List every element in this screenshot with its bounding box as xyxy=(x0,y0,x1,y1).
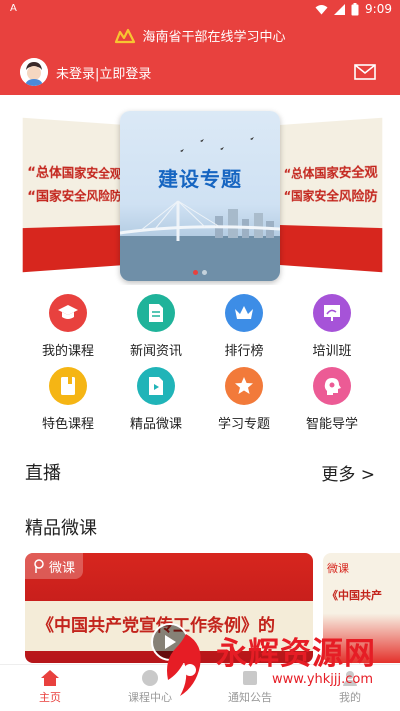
carousel-dot xyxy=(202,270,207,275)
book-icon xyxy=(49,367,87,405)
micro-section-header: 精品微课 xyxy=(25,514,375,540)
carousel-dots xyxy=(120,270,280,275)
watermark-logo xyxy=(167,634,201,696)
menu-my-courses[interactable]: 我的课程 xyxy=(24,294,112,367)
crown-icon xyxy=(225,294,263,332)
signal-icon xyxy=(334,3,346,15)
banner-slide-next[interactable]: “总体国家安全观 “国家安全风险防 xyxy=(280,117,383,273)
banner-title: 建设专题 xyxy=(158,167,242,191)
mail-icon[interactable] xyxy=(354,64,376,80)
app-title: 海南省干部在线学习中心 xyxy=(142,30,286,45)
banner-slide-prev[interactable]: “总体国家安全观 “国家安全风险防 xyxy=(22,117,126,273)
home-icon xyxy=(41,670,59,686)
feature-grid: 我的课程 新闻资讯 排行榜 培训班 特色课程 精品微课 学习专题 智能导学 xyxy=(0,294,400,440)
micro-section-title: 精品微课 xyxy=(25,518,97,539)
live-section-header: 直播 更多 > xyxy=(25,459,375,485)
tab-home[interactable]: 主页 xyxy=(0,665,100,711)
brain-icon xyxy=(313,367,351,405)
login-status-text: 未登录|立即登录 xyxy=(56,66,152,82)
live-more-link[interactable]: 更多 > xyxy=(321,460,375,485)
menu-ranking[interactable]: 排行榜 xyxy=(200,294,288,367)
course-icon xyxy=(142,670,158,686)
menu-study-topics[interactable]: 学习专题 xyxy=(200,367,288,440)
user-avatar-icon xyxy=(20,58,48,86)
carousel-dot xyxy=(193,270,198,275)
status-indicator: A xyxy=(10,3,17,14)
star-icon xyxy=(225,367,263,405)
micro-course-title: 《中国共产 xyxy=(327,589,382,602)
battery-icon xyxy=(351,2,359,15)
avatar xyxy=(20,58,48,86)
party-logo-icon xyxy=(115,28,136,43)
live-section-title: 直播 xyxy=(25,463,61,484)
menu-training-class[interactable]: 培训班 xyxy=(288,294,376,367)
micro-logo-icon xyxy=(34,559,44,573)
watermark: 永辉资源网 www.yhkjjj.com xyxy=(160,628,400,708)
login-entry[interactable]: 未登录|立即登录 xyxy=(20,58,151,86)
menu-smart-guide[interactable]: 智能导学 xyxy=(288,367,376,440)
status-bar: A 9:09 xyxy=(0,0,400,20)
document-icon xyxy=(137,294,175,332)
micro-badge: 微课 xyxy=(25,553,84,579)
graduation-cap-icon xyxy=(49,294,87,332)
menu-featured-courses[interactable]: 特色课程 xyxy=(24,367,112,440)
status-time: 9:09 xyxy=(365,2,392,16)
video-file-icon xyxy=(137,367,175,405)
menu-micro-courses[interactable]: 精品微课 xyxy=(112,367,200,440)
app-header: 海南省干部在线学习中心 未登录|立即登录 xyxy=(0,20,400,95)
menu-news[interactable]: 新闻资讯 xyxy=(112,294,200,367)
easel-icon xyxy=(313,294,351,332)
wifi-icon xyxy=(315,4,328,14)
micro-badge: 微课 xyxy=(327,562,349,575)
bridge-illustration xyxy=(120,137,280,281)
banner-slide-current[interactable]: 建设专题 xyxy=(120,111,280,281)
banner-carousel[interactable]: “总体国家安全观 “国家安全风险防 “总体国家安全观 “国家安全风险防 建设专题 xyxy=(0,105,400,285)
